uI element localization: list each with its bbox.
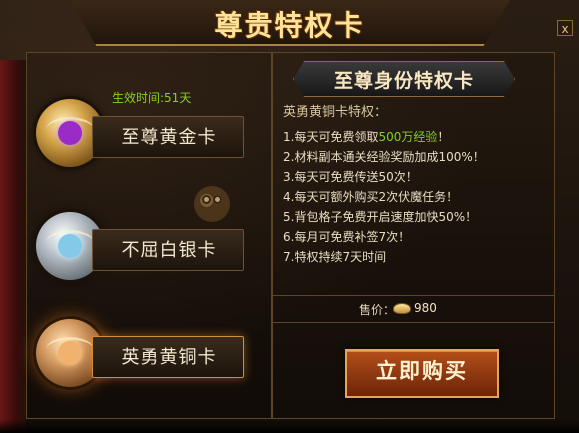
benefit-item: 4.每天可额外购买2次伏魔任务！	[283, 187, 538, 207]
benefit-highlight: 500万经验	[378, 130, 438, 144]
details-title-banner: 至尊身份特权卡	[293, 61, 515, 97]
owl-watermark-icon	[194, 186, 230, 222]
benefit-item: 2.材料副本通关经验奖励加成100%！	[283, 147, 538, 167]
card-name-gold: 至尊黄金卡	[121, 127, 217, 148]
card-item-gold[interactable]: 至尊黄金卡 生效时间:51天	[34, 89, 264, 181]
benefit-text: 7.特权持续7天时间	[283, 250, 387, 264]
benefit-text: 3.每天可免费传送50次！	[283, 170, 418, 184]
benefit-item: 7.特权持续7天时间	[283, 247, 538, 267]
buy-now-button[interactable]: 立即购买	[345, 349, 499, 398]
benefit-text: 2.材料副本通关经验奖励加成100%！	[283, 150, 485, 164]
card-item-silver[interactable]: 不屈白银卡	[34, 202, 264, 294]
details-title: 至尊身份特权卡	[333, 70, 474, 92]
benefit-item: 6.每月可免费补签7次！	[283, 227, 538, 247]
benefit-text: 5.背包格子免费开启速度加快50%！	[283, 210, 478, 224]
gem-core-icon	[58, 234, 82, 258]
card-effect-gold: 生效时间:51天	[112, 91, 192, 105]
benefit-text: 6.每月可免费补签7次！	[283, 230, 411, 244]
benefit-suffix: ！	[437, 130, 450, 144]
card-name-silver: 不屈白银卡	[121, 240, 217, 261]
bottom-shadow	[0, 419, 579, 433]
window-title: 尊贵特权卡	[214, 9, 365, 42]
benefit-text: 4.每天可额外购买2次伏魔任务！	[283, 190, 459, 204]
card-list-panel: 至尊黄金卡 生效时间:51天 不屈白银卡 英勇黄铜卡	[26, 52, 272, 419]
card-name-bronze: 英勇黄铜卡	[121, 347, 217, 368]
benefit-list: 1.每天可免费领取500万经验！ 2.材料副本通关经验奖励加成100%！ 3.每…	[283, 127, 538, 267]
card-item-bronze[interactable]: 英勇黄铜卡	[34, 309, 264, 401]
benefit-item: 1.每天可免费领取500万经验！	[283, 127, 538, 147]
character-portrait-strip	[0, 60, 26, 433]
details-panel: 至尊身份特权卡 英勇黄铜卡特权： 1.每天可免费领取500万经验！ 2.材料副本…	[272, 52, 555, 419]
benefit-text: 1.每天可免费领取	[283, 130, 379, 144]
close-button[interactable]: x	[557, 20, 573, 36]
benefit-item: 3.每天可免费传送50次！	[283, 167, 538, 187]
price-label: 售价：	[359, 303, 396, 317]
price-value: 980	[414, 301, 437, 315]
gem-core-icon	[58, 341, 82, 365]
gold-ingot-icon	[393, 303, 411, 314]
price-row: 售价： 980	[273, 295, 554, 323]
benefit-item: 5.背包格子免费开启速度加快50%！	[283, 207, 538, 227]
gem-core-icon	[58, 121, 82, 145]
privilege-label: 英勇黄铜卡特权：	[283, 105, 388, 120]
